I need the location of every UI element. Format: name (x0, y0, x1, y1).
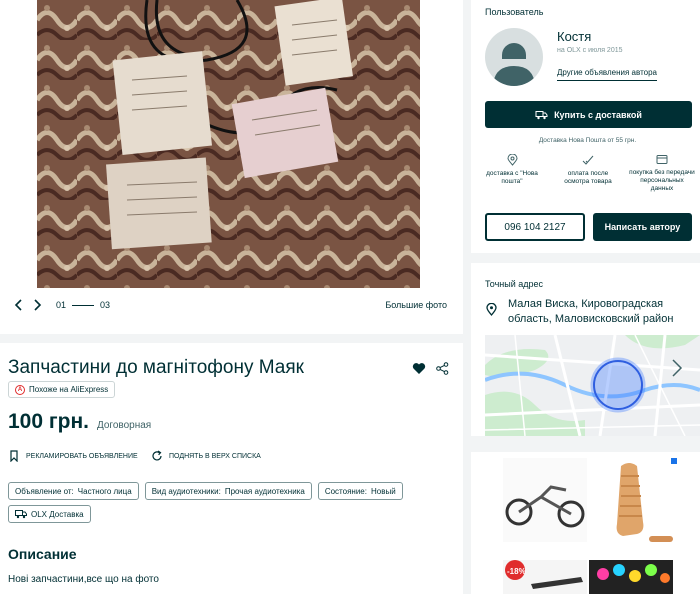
param-tags: Объявление от: Частного лица Вид аудиоте… (8, 482, 448, 523)
aliexpress-label: Похоже на AliExpress (29, 385, 109, 394)
feature-pay-after: оплата после осмотра товара (555, 154, 621, 186)
listing-title: Запчастини до магнітофону Маяк (8, 357, 304, 378)
seller-card: Пользователь Костя на OLX с июля 2015 Др… (471, 0, 700, 253)
pagination-line (72, 304, 95, 306)
promote-button[interactable]: РЕКЛАМИРОВАТЬ ОБЪЯВЛЕНИЕ (8, 450, 138, 462)
user-avatar-icon (493, 43, 535, 86)
listing-details: Запчастини до магнітофону Маяк A Похоже … (0, 343, 463, 594)
listing-photo[interactable] (37, 0, 420, 288)
advertisement[interactable]: -18% (471, 452, 700, 594)
tag-key: Состояние: (324, 486, 367, 496)
heart-icon (412, 363, 426, 374)
chevron-left-icon (14, 299, 22, 311)
share-icon (436, 362, 449, 375)
address-card: Точный адрес Малая Виска, Кировоградская… (471, 263, 700, 436)
param-tag-seller-type[interactable]: Объявление от: Частного лица (8, 482, 139, 500)
feature-text: доставка с "Нова пошта" (486, 170, 538, 186)
olx-delivery-label: OLX Доставка (31, 509, 84, 519)
truck-icon (15, 510, 27, 519)
delivery-note: Доставка Нова Пошта от 55 грн. (538, 137, 637, 144)
location-map[interactable] (485, 335, 700, 436)
price: 100 грн. (8, 410, 89, 433)
seller-name: Костя (557, 29, 592, 44)
olx-delivery-tag[interactable]: OLX Доставка (8, 505, 91, 523)
gallery-controls: 01 03 Большие фото (10, 296, 447, 314)
tag-value: Новый (370, 486, 396, 496)
address-text: Малая Виска, Кировоградская область, Мал… (508, 298, 674, 325)
chevron-right-icon (34, 299, 42, 311)
promote-label: РЕКЛАМИРОВАТЬ ОБЪЯВЛЕНИЕ (26, 452, 138, 460)
write-author-button[interactable]: Написать автору (593, 213, 692, 241)
svg-text:-18%: -18% (507, 567, 526, 576)
feature-text: оплата после осмотра товара (564, 170, 612, 186)
aliexpress-badge[interactable]: A Похоже на AliExpress (8, 381, 116, 398)
description-heading: Описание (8, 546, 77, 562)
param-tag-condition[interactable]: Состояние: Новый (317, 482, 403, 500)
buy-with-delivery-label: Купить с доставкой (554, 109, 642, 120)
tag-value: Прочая аудиотехника (224, 486, 305, 496)
negotiable-label: Договорная (96, 420, 152, 431)
page-current: 01 (56, 300, 67, 310)
next-photo-button[interactable] (28, 296, 46, 314)
photo-image (37, 0, 420, 288)
phone-button[interactable]: 096 104 2127 (485, 213, 585, 241)
aliexpress-icon: A (15, 384, 25, 395)
location-pin-icon (486, 302, 497, 321)
truck-icon (535, 110, 548, 119)
location-pin-icon (506, 154, 518, 166)
tag-value: Частного лица (77, 486, 132, 496)
bigger-photos-link[interactable]: Большие фото (385, 300, 447, 310)
tag-key: Объявление от: (15, 486, 74, 496)
feature-no-personal-data: покупка без передачи персональных данных (629, 154, 695, 193)
photo-gallery: 01 03 Большие фото (0, 0, 463, 334)
seller-heading: Пользователь (485, 7, 544, 17)
param-tag-audio-type[interactable]: Вид аудиотехники: Прочая аудиотехника (144, 482, 312, 500)
address-heading: Точный адрес (485, 279, 544, 289)
share-button[interactable] (436, 362, 449, 380)
refresh-icon (152, 450, 162, 461)
feature-nova-poshta: доставка с "Нова пошта" (479, 154, 545, 186)
seller-since: на OLX с июля 2015 (557, 47, 623, 54)
checkmark-icon (582, 155, 594, 165)
prev-photo-button[interactable] (10, 296, 28, 314)
buy-with-delivery-button[interactable]: Купить с доставкой (485, 101, 692, 128)
photo-pagination: 01 03 (56, 300, 110, 310)
avatar[interactable] (485, 28, 543, 86)
bump-button[interactable]: ПОДНЯТЬ В ВЕРХ СПИСКА (151, 450, 261, 462)
bump-label: ПОДНЯТЬ В ВЕРХ СПИСКА (169, 452, 261, 460)
map-image (485, 335, 700, 436)
bookmark-icon (10, 450, 18, 462)
tag-key: Вид аудиотехники: (151, 486, 221, 496)
feature-text: покупка без передачи персональных данных (629, 169, 695, 193)
other-ads-link[interactable]: Другие объявления автора (557, 68, 658, 81)
card-icon (656, 155, 668, 164)
description-text: Нові запчастини,все що на фото (8, 574, 159, 585)
ad-image: -18% (503, 458, 677, 594)
page-total: 03 (100, 300, 111, 310)
favorite-button[interactable] (412, 362, 426, 380)
price-block: 100 грн. Договорная (8, 410, 151, 434)
